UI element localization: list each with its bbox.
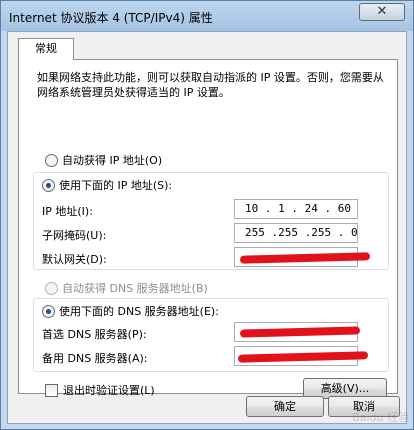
description-text: 如果网络支持此功能，则可以获取自动指派的 IP 设置。否则，您需要从网络系统管理…	[37, 71, 384, 99]
close-icon: ✕	[376, 4, 388, 19]
title-bar[interactable]: Internet 协议版本 4 (TCP/IPv4) 属性 ✕	[1, 1, 413, 31]
radio-manual-dns-label: 使用下面的 DNS 服务器地址(E):	[59, 305, 219, 318]
dialog-window: Internet 协议版本 4 (TCP/IPv4) 属性 ✕ 常规 如果网络支…	[0, 0, 414, 430]
ip-address-label: IP 地址(I):	[42, 205, 93, 218]
watermark-text: Baidu 经验	[352, 411, 409, 424]
general-tab-panel: 如果网络支持此功能，则可以获取自动指派的 IP 设置。否则，您需要从网络系统管理…	[18, 59, 398, 399]
radio-manual-dns-indicator[interactable]	[42, 304, 55, 318]
radio-manual-dns[interactable]: 使用下面的 DNS 服务器地址(E):	[42, 303, 223, 319]
radio-auto-ip-label: 自动获得 IP 地址(O)	[62, 154, 163, 167]
alternate-dns-label: 备用 DNS 服务器(A):	[42, 352, 148, 365]
window-title: Internet 协议版本 4 (TCP/IPv4) 属性	[9, 11, 213, 25]
tab-general[interactable]: 常规	[18, 38, 74, 60]
radio-auto-dns-indicator	[45, 281, 58, 295]
dns-settings-group: 使用下面的 DNS 服务器地址(E): 首选 DNS 服务器(P): 备用 DN…	[33, 298, 389, 372]
close-button[interactable]: ✕	[359, 3, 405, 21]
validate-checkbox-box[interactable]	[45, 383, 58, 397]
radio-manual-ip-label: 使用下面的 IP 地址(S):	[59, 179, 173, 192]
dialog-client-area: 常规 如果网络支持此功能，则可以获取自动指派的 IP 设置。否则，您需要从网络系…	[7, 31, 407, 424]
subnet-mask-label: 子网掩码(U):	[42, 229, 107, 242]
preferred-dns-label: 首选 DNS 服务器(P):	[42, 328, 147, 341]
ok-button[interactable]: 确定	[246, 396, 324, 417]
tab-general-label: 常规	[35, 42, 57, 55]
radio-manual-ip[interactable]: 使用下面的 IP 地址(S):	[42, 177, 177, 193]
subnet-mask-field[interactable]: 255 .255 .255 . 0	[234, 223, 358, 243]
ip-address-field[interactable]: 10 . 1 . 24 . 60	[234, 199, 358, 219]
radio-auto-ip[interactable]: 自动获得 IP 地址(O)	[45, 152, 162, 168]
radio-auto-dns-label: 自动获得 DNS 服务器地址(B)	[62, 282, 208, 295]
ip-settings-group: 使用下面的 IP 地址(S): IP 地址(I): 10 . 1 . 24 . …	[33, 172, 389, 270]
validate-checkbox-label: 退出时验证设置(L)	[63, 384, 155, 397]
radio-auto-dns: 自动获得 DNS 服务器地址(B)	[45, 280, 208, 296]
validate-settings-checkbox[interactable]: 退出时验证设置(L)	[45, 382, 155, 398]
radio-manual-ip-indicator[interactable]	[42, 178, 55, 192]
default-gateway-label: 默认网关(D):	[42, 253, 107, 266]
radio-auto-ip-indicator[interactable]	[45, 153, 58, 167]
